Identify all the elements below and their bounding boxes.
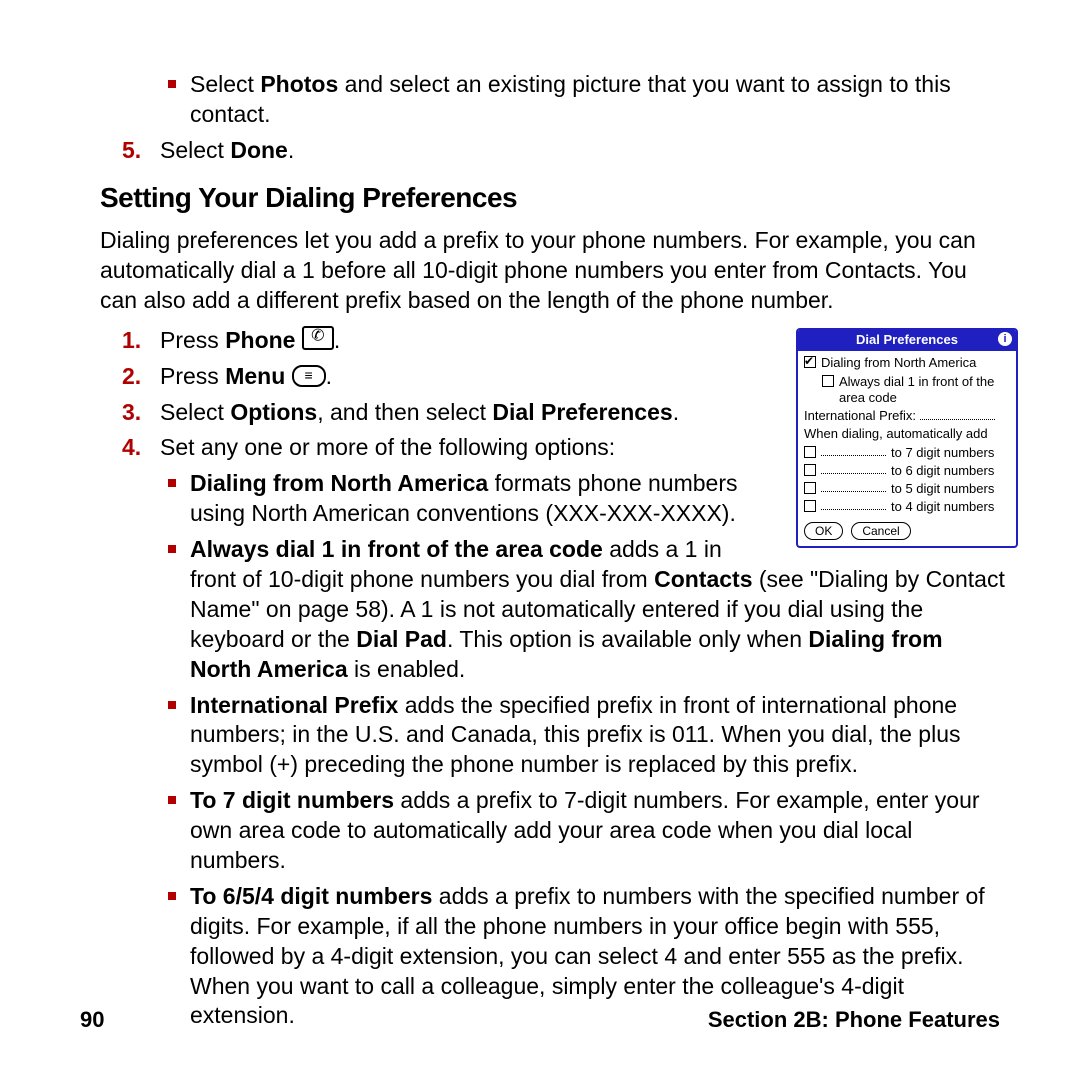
carryover-sublist: Select Photos and select an existing pic… <box>100 70 1005 130</box>
step-5: 5. Select Done. <box>100 136 1005 166</box>
step-number: 1. <box>122 326 141 356</box>
phone-key-icon <box>302 326 334 350</box>
step-number: 2. <box>122 362 141 392</box>
step-3: 3. Select Options, and then select Dial … <box>100 398 1005 428</box>
opt-intl: International Prefix adds the specified … <box>160 691 1005 781</box>
step-number: 5. <box>122 136 141 166</box>
opt-na: Dialing from North America formats phone… <box>160 469 1005 529</box>
bullet-photos: Select Photos and select an existing pic… <box>100 70 1005 130</box>
step-number: 3. <box>122 398 141 428</box>
step-2: 2. Press Menu . <box>100 362 1005 392</box>
step-number: 4. <box>122 433 141 463</box>
opt-seven: To 7 digit numbers adds a prefix to 7-di… <box>160 786 1005 876</box>
step-4: 4. Set any one or more of the following … <box>100 433 1005 1031</box>
step-1: 1. Press Phone . <box>100 326 1005 356</box>
intro-paragraph: Dialing preferences let you add a prefix… <box>100 226 1005 316</box>
section-label: Section 2B: Phone Features <box>708 1006 1000 1035</box>
opt-always1: Always dial 1 in front of the area code … <box>160 535 1005 684</box>
page-footer: 90 Section 2B: Phone Features <box>0 1006 1080 1035</box>
menu-key-icon <box>292 365 326 387</box>
carryover-steps: 5. Select Done. <box>100 136 1005 166</box>
options-sublist: Dialing from North America formats phone… <box>160 469 1005 1031</box>
section-heading: Setting Your Dialing Preferences <box>100 180 1005 216</box>
manual-page: Select Photos and select an existing pic… <box>0 0 1080 1080</box>
page-number: 90 <box>80 1006 104 1035</box>
